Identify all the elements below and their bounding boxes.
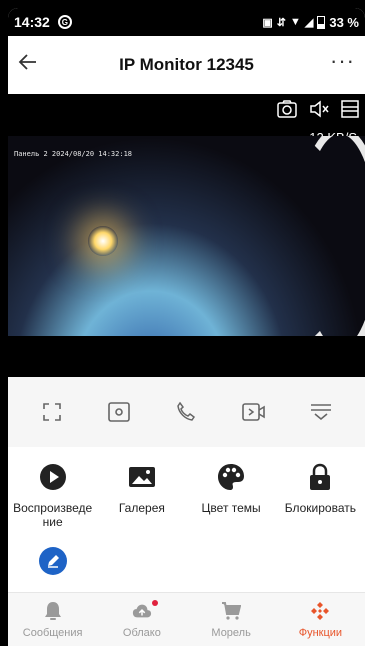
- app-header: IP Monitor 12345 ···: [8, 36, 365, 94]
- video-player[interactable]: 12 KB/S Панель 2 2024/08/20 14:32:18: [8, 94, 365, 377]
- mute-icon[interactable]: [309, 100, 329, 123]
- feature-label: Воспроизведе ние: [13, 501, 93, 529]
- status-time: 14:32: [14, 14, 50, 30]
- nav-label: Облако: [122, 626, 161, 639]
- fullscreen-icon[interactable]: [39, 399, 65, 425]
- nav-functions[interactable]: Функции: [276, 593, 365, 646]
- sun-glare: [88, 226, 118, 256]
- more-options-icon[interactable]: ···: [330, 48, 355, 74]
- notification-dot: [151, 599, 158, 606]
- features-grid: Воспроизведе ние Галерея Цвет темы Блоки…: [8, 447, 365, 612]
- back-arrow-icon[interactable]: [18, 51, 38, 79]
- feature-label: Блокировать: [284, 501, 356, 515]
- bell-icon: [43, 601, 63, 621]
- nav-store[interactable]: Морель: [187, 593, 276, 646]
- collapse-icon[interactable]: [308, 399, 334, 425]
- features-row-2: [8, 541, 365, 585]
- edit-icon: [38, 547, 67, 575]
- status-right: ▣ ⇵ ▼ ◢ 33 %: [262, 15, 359, 30]
- feature-gallery[interactable]: Галерея: [97, 457, 186, 529]
- feature-edit[interactable]: [8, 541, 97, 585]
- video-toolbar: [277, 100, 359, 123]
- diamond-grid-icon: [310, 601, 330, 621]
- page-title: IP Monitor 12345: [119, 55, 254, 74]
- vibrate-icon: ⇵: [276, 16, 286, 29]
- playback-controls: [8, 377, 365, 447]
- feature-label: Галерея: [118, 501, 165, 515]
- video-timestamp: Панель 2 2024/08/20 14:32:18: [14, 150, 133, 158]
- record-icon[interactable]: [241, 399, 267, 425]
- nav-messages[interactable]: Сообщения: [8, 593, 97, 646]
- status-bar: 14:32 G ▣ ⇵ ▼ ◢ 33 %: [8, 8, 365, 36]
- feature-playback[interactable]: Воспроизведе ние: [8, 457, 97, 529]
- features-row-1: Воспроизведе ние Галерея Цвет темы Блоки…: [8, 457, 365, 529]
- app-screen: 14:32 G ▣ ⇵ ▼ ◢ 33 % IP Monitor 12345 ··…: [8, 8, 365, 646]
- menu-icon[interactable]: [341, 100, 359, 123]
- feature-lock[interactable]: Блокировать: [276, 457, 365, 529]
- bottom-nav: Сообщения Облако Морель Функции: [8, 592, 365, 646]
- nfc-icon: ▣: [262, 16, 273, 29]
- camera-feed: Панель 2 2024/08/20 14:32:18: [8, 136, 365, 336]
- cloud-icon: [132, 599, 158, 621]
- feature-label: Цвет темы: [201, 501, 261, 515]
- wifi-icon: ▼: [290, 16, 301, 28]
- nav-label: Функции: [298, 626, 343, 639]
- palette-icon: [217, 463, 245, 491]
- play-circle-icon: [39, 463, 67, 491]
- signal-icon: ◢: [304, 16, 314, 29]
- nav-label: Морель: [211, 626, 251, 639]
- battery-icon: [317, 15, 326, 29]
- call-icon[interactable]: [173, 399, 199, 425]
- snapshot-icon[interactable]: [106, 399, 132, 425]
- nav-cloud[interactable]: Облако: [97, 593, 186, 646]
- image-icon: [128, 463, 156, 491]
- nav-label: Сообщения: [22, 626, 83, 639]
- notification-badge-icon: G: [57, 15, 72, 29]
- screenshot-icon[interactable]: [277, 100, 297, 123]
- lock-icon: [306, 463, 334, 491]
- feature-theme-color[interactable]: Цвет темы: [187, 457, 276, 529]
- battery-level: 33 %: [329, 14, 359, 30]
- cart-icon: [221, 601, 242, 621]
- lens-rim: [295, 136, 365, 336]
